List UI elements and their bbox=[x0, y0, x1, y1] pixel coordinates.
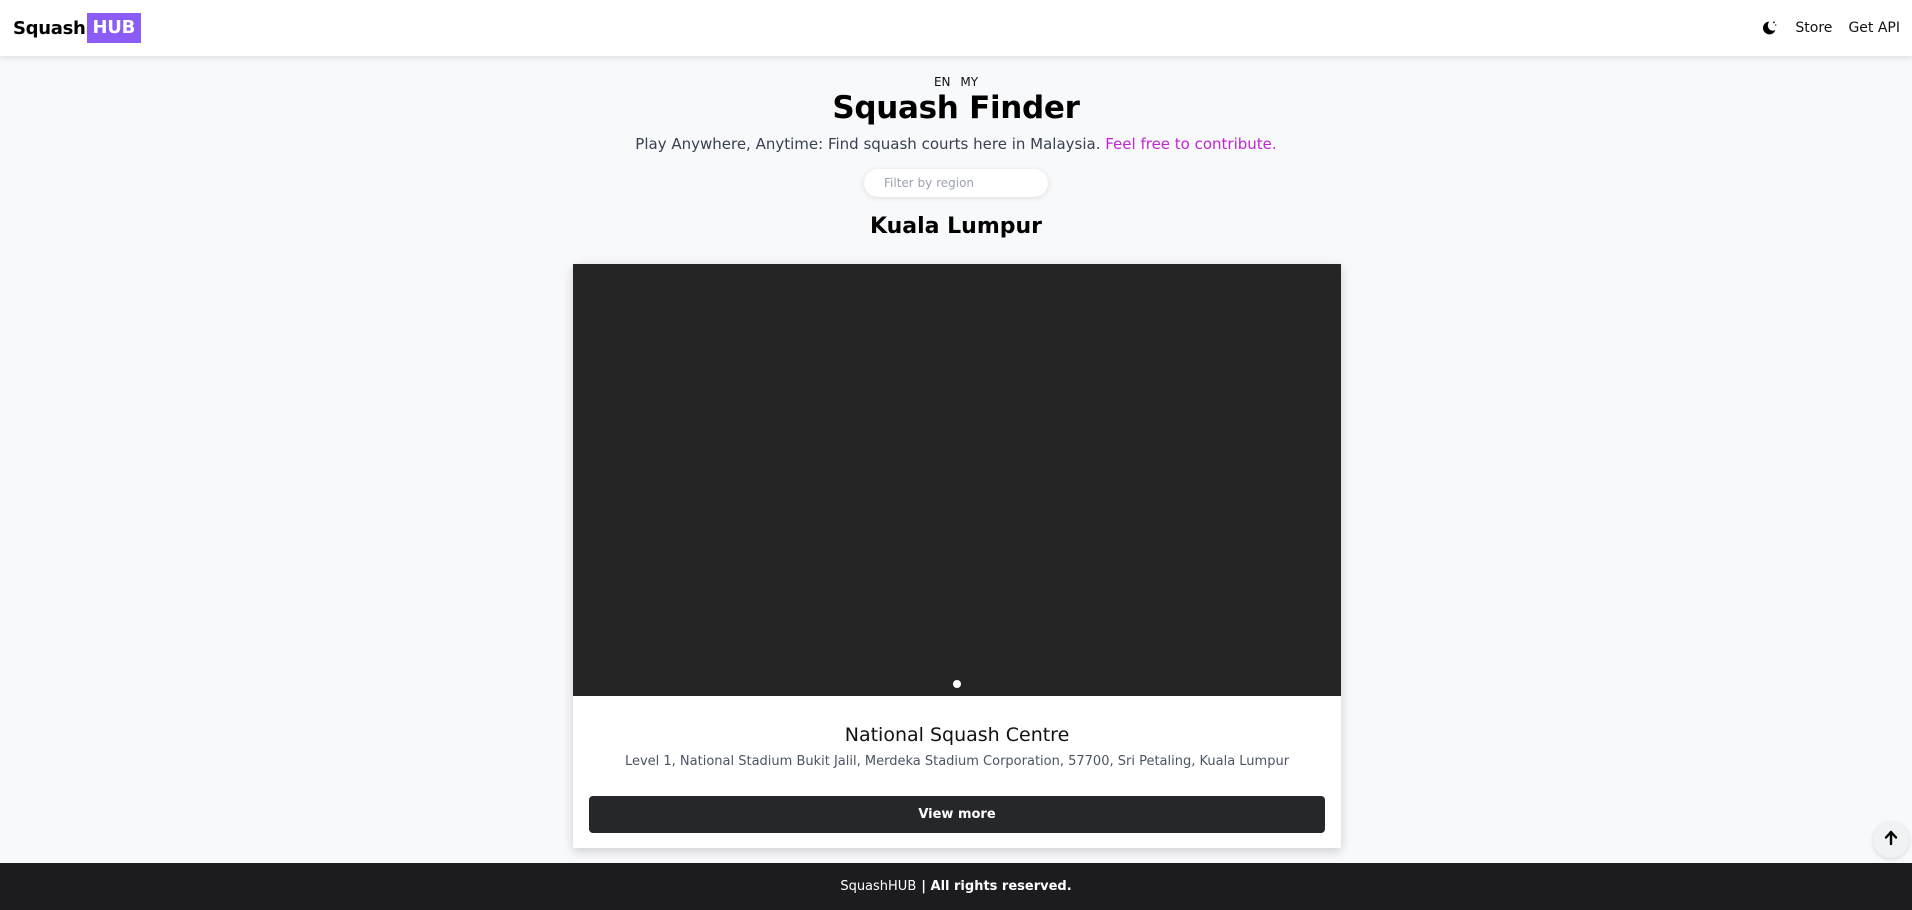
page-subtitle: Play Anywhere, Anytime: Find squash cour… bbox=[0, 135, 1912, 153]
footer-brand: SquashHUB bbox=[840, 879, 917, 894]
site-logo[interactable]: Squash HUB bbox=[13, 13, 142, 43]
carousel-dot[interactable] bbox=[953, 680, 961, 688]
top-navbar: Squash HUB Store Get API bbox=[0, 0, 1912, 56]
venue-image-carousel[interactable] bbox=[573, 264, 1341, 696]
store-link[interactable]: Store bbox=[1795, 20, 1832, 36]
logo-text-squash: Squash bbox=[13, 17, 86, 39]
logo-text-hub: HUB bbox=[86, 13, 142, 43]
view-more-button[interactable]: View more bbox=[589, 796, 1325, 833]
page-title: Squash Finder bbox=[832, 90, 1080, 126]
language-switcher: EN MY bbox=[0, 75, 1912, 89]
venue-name: National Squash Centre bbox=[844, 724, 1070, 746]
subtitle-text: Play Anywhere, Anytime: Find squash cour… bbox=[635, 135, 1101, 153]
back-to-top-button[interactable] bbox=[1873, 822, 1909, 858]
region-filter-input[interactable] bbox=[864, 169, 1048, 197]
get-api-link[interactable]: Get API bbox=[1848, 20, 1900, 36]
venue-address: Level 1, National Stadium Bukit Jalil, M… bbox=[624, 754, 1290, 769]
main-content: EN MY Squash Finder Play Anywhere, Anyti… bbox=[0, 56, 1912, 863]
region-heading: Kuala Lumpur bbox=[869, 214, 1043, 239]
contribute-link[interactable]: Feel free to contribute. bbox=[1105, 135, 1276, 153]
footer-rights: | All rights reserved. bbox=[921, 879, 1072, 894]
arrow-up-icon bbox=[1883, 830, 1899, 850]
site-footer: SquashHUB | All rights reserved. bbox=[0, 863, 1912, 910]
lang-my-option[interactable]: MY bbox=[960, 75, 978, 89]
lang-en-option[interactable]: EN bbox=[934, 75, 951, 89]
moon-icon[interactable] bbox=[1759, 18, 1779, 38]
main-nav: Store Get API bbox=[1759, 18, 1900, 38]
venue-card: National Squash Centre Level 1, National… bbox=[573, 264, 1341, 848]
